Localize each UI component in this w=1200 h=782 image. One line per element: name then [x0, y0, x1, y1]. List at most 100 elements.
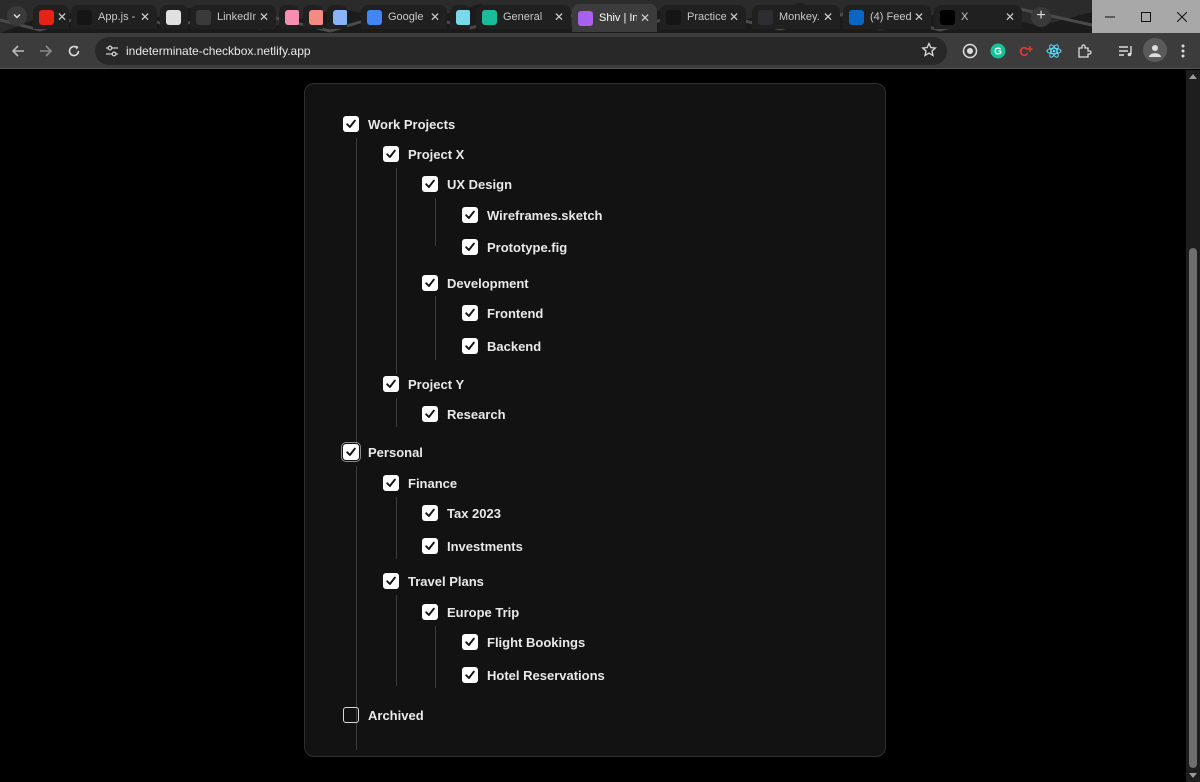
tree-checkbox[interactable] [462, 239, 478, 255]
checkmark-icon [386, 478, 396, 487]
bookmark-star-icon[interactable] [921, 42, 937, 58]
tree-node: Hotel Reservations [462, 665, 605, 685]
tree-node-label[interactable]: Project Y [408, 377, 464, 392]
scrollbar-thumb[interactable] [1189, 248, 1197, 768]
browser-menu-button[interactable] [1174, 42, 1192, 60]
arrow-left-icon [11, 45, 24, 57]
reload-button[interactable] [64, 41, 84, 61]
tab-close-icon[interactable]: ✕ [637, 11, 653, 25]
browser-tab[interactable]: General ✕ [476, 5, 571, 29]
close-window-button[interactable] [1164, 0, 1200, 33]
tree-node-label[interactable]: UX Design [447, 177, 512, 192]
tree-checkbox[interactable] [422, 538, 438, 554]
browser-tab[interactable]: Monkey...✕ [752, 5, 840, 29]
tree-checkbox[interactable] [422, 275, 438, 291]
tree-node-label[interactable]: Tax 2023 [447, 506, 501, 521]
tab-close-icon[interactable]: ✕ [54, 10, 69, 24]
checkmark-icon [465, 637, 475, 646]
browser-tab[interactable]: App.js - ...✕ [71, 5, 157, 29]
tree-node-label[interactable]: Development [447, 276, 529, 291]
tree-guide-line [396, 398, 397, 427]
tree-checkbox[interactable] [341, 442, 361, 462]
extension-cplus-button[interactable]: C [1017, 42, 1035, 60]
tree-node-label[interactable]: Frontend [487, 306, 543, 321]
browser-tab[interactable] [303, 5, 323, 29]
tab-close-icon[interactable]: ✕ [256, 10, 272, 24]
tree-checkbox[interactable] [383, 573, 399, 589]
tree-node-label[interactable]: Travel Plans [408, 574, 484, 589]
tree-node-label[interactable]: Archived [368, 708, 424, 723]
tree-node-label[interactable]: Work Projects [368, 117, 455, 132]
tab-close-icon[interactable]: ✕ [1002, 10, 1018, 24]
reload-icon [68, 45, 80, 57]
tree-checkbox[interactable] [462, 667, 478, 683]
tree-node-label[interactable]: Investments [447, 539, 523, 554]
browser-tab[interactable]: LinkedIn ✕ [190, 5, 276, 29]
tree-node: Archived [343, 705, 424, 725]
site-info-icon[interactable] [105, 44, 119, 58]
tree-checkbox[interactable] [422, 176, 438, 192]
tree-checkbox[interactable] [422, 505, 438, 521]
tree-checkbox[interactable] [462, 207, 478, 223]
tree-checkbox[interactable] [462, 305, 478, 321]
tree-node-label[interactable]: Europe Trip [447, 605, 519, 620]
extension-record-button[interactable] [961, 42, 979, 60]
browser-tab[interactable] [450, 5, 470, 29]
tree-node-label[interactable]: Project X [408, 147, 464, 162]
scroll-down-arrow-icon[interactable] [1189, 773, 1197, 778]
browser-tab[interactable] [327, 5, 347, 29]
tab-close-icon[interactable]: ✕ [427, 10, 443, 24]
browser-tab[interactable] [160, 5, 188, 29]
tree-node-label[interactable]: Finance [408, 476, 457, 491]
tab-close-icon[interactable]: ✕ [820, 10, 836, 24]
extension-grammarly-button[interactable]: G [989, 42, 1007, 60]
tree-node-label[interactable]: Personal [368, 445, 423, 460]
new-tab-button[interactable]: + [1031, 7, 1051, 27]
browser-tab[interactable]: ✕ [33, 5, 69, 29]
tab-close-icon[interactable]: ✕ [911, 10, 927, 24]
tab-close-icon[interactable]: ✕ [551, 10, 567, 24]
browser-tab[interactable]: X ✕ [934, 5, 1022, 29]
tree-checkbox[interactable] [383, 475, 399, 491]
extensions-button[interactable] [1075, 42, 1093, 60]
browser-tab[interactable]: Google ✕ [361, 5, 447, 29]
browser-tab[interactable]: Shiv | Int...✕ [572, 4, 657, 32]
forward-button[interactable] [36, 41, 56, 61]
tab-close-icon[interactable]: ✕ [726, 10, 742, 24]
tree-checkbox[interactable] [422, 604, 438, 620]
tab-close-icon[interactable]: ✕ [137, 10, 153, 24]
tree-node-label[interactable]: Hotel Reservations [487, 668, 605, 683]
chatgpt-icon [196, 9, 211, 25]
vertical-scrollbar[interactable] [1186, 70, 1200, 782]
url-text: indeterminate-checkbox.netlify.app [126, 44, 311, 58]
tree-checkbox[interactable] [422, 406, 438, 422]
back-button[interactable] [8, 41, 28, 61]
browser-tab[interactable] [279, 5, 299, 29]
media-controls-button[interactable] [1117, 42, 1135, 60]
minimize-button[interactable] [1092, 0, 1128, 33]
tab-search-button[interactable] [7, 6, 27, 26]
tree-node-label[interactable]: Research [447, 407, 506, 422]
pink-app-icon [285, 9, 299, 25]
address-bar[interactable]: indeterminate-checkbox.netlify.app [95, 37, 947, 65]
browser-tab[interactable]: (4) Feed ✕ [843, 5, 931, 29]
tree-checkbox[interactable] [343, 116, 359, 132]
close-icon [1177, 11, 1187, 22]
extension-react-devtools-button[interactable] [1045, 42, 1063, 60]
tree-node-label[interactable]: Wireframes.sketch [487, 208, 603, 223]
tab-title: X [961, 11, 969, 23]
tab-title: App.js - ... [98, 11, 137, 23]
maximize-button[interactable] [1128, 0, 1164, 33]
monkeytype-icon [758, 9, 773, 25]
profile-avatar-button[interactable] [1143, 38, 1167, 62]
tree-checkbox[interactable] [462, 338, 478, 354]
tree-node-label[interactable]: Flight Bookings [487, 635, 585, 650]
tree-node-label[interactable]: Backend [487, 339, 541, 354]
tree-node-label[interactable]: Prototype.fig [487, 240, 567, 255]
tree-checkbox[interactable] [343, 707, 359, 723]
tree-checkbox[interactable] [383, 146, 399, 162]
scroll-up-arrow-icon[interactable] [1189, 74, 1197, 79]
tree-checkbox[interactable] [462, 634, 478, 650]
tree-checkbox[interactable] [383, 376, 399, 392]
browser-tab[interactable]: Practice ✕ [660, 5, 746, 29]
